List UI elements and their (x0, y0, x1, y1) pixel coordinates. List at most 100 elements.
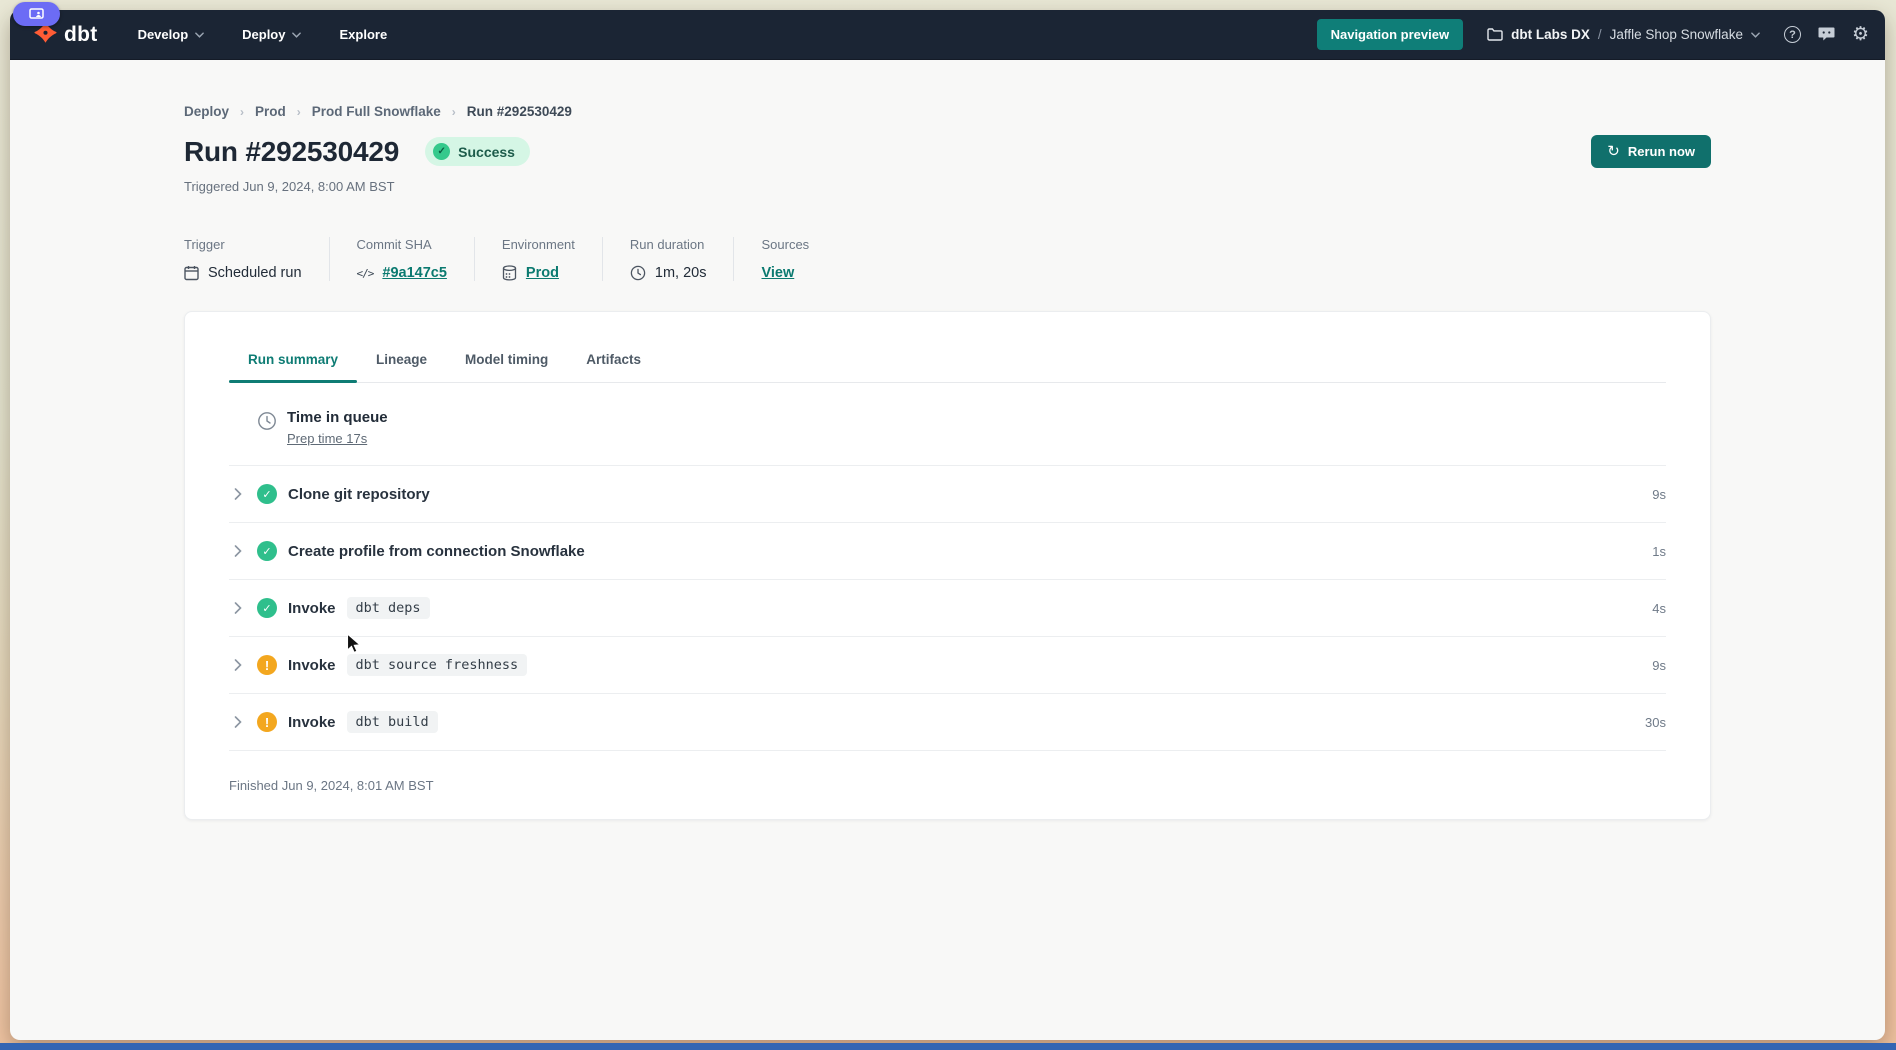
breadcrumb-deploy[interactable]: Deploy (184, 104, 229, 119)
chevron-down-icon (1751, 32, 1760, 38)
chevron-down-icon (195, 32, 204, 38)
success-check-icon: ✓ (257, 541, 277, 561)
trigger-value: Scheduled run (208, 265, 302, 281)
nav-develop-label: Develop (138, 27, 189, 42)
meta-environment-label: Environment (502, 237, 575, 252)
rerun-now-label: Rerun now (1628, 144, 1695, 159)
step-duration: 30s (1645, 715, 1666, 730)
navigation-preview-button[interactable]: Navigation preview (1317, 19, 1463, 50)
page-title: Run #292530429 (184, 136, 399, 168)
nav-explore-label: Explore (339, 27, 387, 42)
step-label: Invoke (288, 714, 336, 731)
step-row-dbt-deps[interactable]: ✓ Invoke dbt deps 4s (229, 580, 1666, 637)
step-label: Invoke (288, 600, 336, 617)
warning-icon: ! (257, 712, 277, 732)
help-glyph: ? (1784, 26, 1801, 43)
top-navigation-bar: dbt Develop Deploy Explore Navigation pr… (10, 10, 1885, 60)
account-project-switcher[interactable]: dbt Labs DX / Jaffle Shop Snowflake (1487, 27, 1760, 42)
step-row-dbt-build[interactable]: ! Invoke dbt build 30s (229, 694, 1666, 751)
rerun-now-button[interactable]: ↻ Rerun now (1591, 135, 1711, 168)
tab-artifacts[interactable]: Artifacts (567, 341, 660, 382)
status-badge-label: Success (458, 144, 515, 160)
step-command-code: dbt deps (347, 597, 430, 619)
feedback-icon[interactable] (1817, 26, 1836, 43)
step-duration: 9s (1652, 487, 1666, 502)
help-icon[interactable]: ? (1784, 26, 1801, 43)
breadcrumb-run: Run #292530429 (467, 104, 572, 119)
tab-lineage[interactable]: Lineage (357, 341, 446, 382)
tab-bar: Run summary Lineage Model timing Artifac… (229, 312, 1666, 383)
meta-commit: Commit SHA </> #9a147c5 (329, 237, 474, 281)
breadcrumb-separator: › (240, 105, 244, 119)
run-summary-card: Run summary Lineage Model timing Artifac… (184, 311, 1711, 820)
environment-link[interactable]: Prod (526, 265, 559, 281)
topbar-icon-group: ? ⚙ (1784, 25, 1869, 44)
chevron-right-icon[interactable] (234, 488, 242, 500)
triggered-timestamp: Triggered Jun 9, 2024, 8:00 AM BST (184, 179, 1711, 194)
time-in-queue-section: Time in queue Prep time 17s (229, 383, 1666, 466)
warning-icon: ! (257, 655, 277, 675)
nav-explore[interactable]: Explore (339, 27, 387, 42)
screen-share-icon (29, 8, 44, 20)
duration-value: 1m, 20s (655, 265, 707, 281)
dbt-logo-text: dbt (64, 23, 98, 47)
step-row-create-profile[interactable]: ✓ Create profile from connection Snowfla… (229, 523, 1666, 580)
tab-run-summary[interactable]: Run summary (229, 341, 357, 382)
chevron-right-icon[interactable] (234, 602, 242, 614)
step-duration: 1s (1652, 544, 1666, 559)
folder-icon (1487, 28, 1503, 41)
meta-commit-label: Commit SHA (357, 237, 447, 252)
meta-duration: Run duration 1m, 20s (602, 237, 734, 281)
step-command-code: dbt build (347, 711, 438, 733)
step-duration: 4s (1652, 601, 1666, 616)
run-meta-row: Trigger Scheduled run Commit SHA </> #9a… (184, 237, 1711, 281)
breadcrumb-separator: › (452, 105, 456, 119)
meta-sources-label: Sources (761, 237, 809, 252)
commit-sha-link[interactable]: #9a147c5 (382, 265, 447, 281)
meta-trigger-label: Trigger (184, 237, 302, 252)
screen-share-indicator[interactable] (13, 2, 60, 26)
desktop-taskbar-strip (0, 1043, 1896, 1050)
database-icon (502, 265, 517, 281)
meta-trigger: Trigger Scheduled run (184, 237, 329, 281)
meta-environment: Environment Prod (474, 237, 602, 281)
chevron-down-icon (292, 32, 301, 38)
refresh-icon: ↻ (1607, 144, 1620, 159)
step-label: Clone git repository (288, 486, 430, 503)
time-in-queue-title: Time in queue (287, 409, 388, 426)
breadcrumb-job[interactable]: Prod Full Snowflake (312, 104, 441, 119)
status-badge: ✓ Success (425, 137, 530, 166)
app-window: dbt Develop Deploy Explore Navigation pr… (10, 10, 1885, 1040)
sources-view-link[interactable]: View (761, 265, 794, 281)
tab-model-timing[interactable]: Model timing (446, 341, 567, 382)
chevron-right-icon[interactable] (234, 545, 242, 557)
meta-duration-label: Run duration (630, 237, 707, 252)
code-icon: </> (357, 267, 374, 280)
account-separator: / (1598, 27, 1602, 42)
success-check-icon: ✓ (257, 598, 277, 618)
breadcrumb: Deploy › Prod › Prod Full Snowflake › Ru… (184, 104, 1711, 119)
prep-time-link[interactable]: Prep time 17s (287, 431, 367, 446)
project-name: Jaffle Shop Snowflake (1610, 27, 1743, 42)
chevron-right-icon[interactable] (234, 659, 242, 671)
calendar-icon (184, 265, 199, 281)
breadcrumb-prod[interactable]: Prod (255, 104, 286, 119)
success-check-icon: ✓ (257, 484, 277, 504)
nav-develop[interactable]: Develop (138, 27, 205, 42)
breadcrumb-separator: › (297, 105, 301, 119)
step-label: Invoke (288, 657, 336, 674)
account-name: dbt Labs DX (1511, 27, 1590, 42)
finished-timestamp: Finished Jun 9, 2024, 8:01 AM BST (229, 751, 1666, 793)
step-row-source-freshness[interactable]: ! Invoke dbt source freshness 9s (229, 637, 1666, 694)
step-duration: 9s (1652, 658, 1666, 673)
nav-deploy[interactable]: Deploy (242, 27, 301, 42)
step-row-clone-git[interactable]: ✓ Clone git repository 9s (229, 466, 1666, 523)
chevron-right-icon[interactable] (234, 716, 242, 728)
nav-deploy-label: Deploy (242, 27, 285, 42)
step-command-code: dbt source freshness (347, 654, 528, 676)
clock-icon (630, 265, 646, 281)
gear-icon[interactable]: ⚙ (1852, 25, 1869, 44)
clock-icon (257, 411, 277, 431)
step-label: Create profile from connection Snowflake (288, 543, 585, 560)
meta-sources: Sources View (733, 237, 836, 281)
